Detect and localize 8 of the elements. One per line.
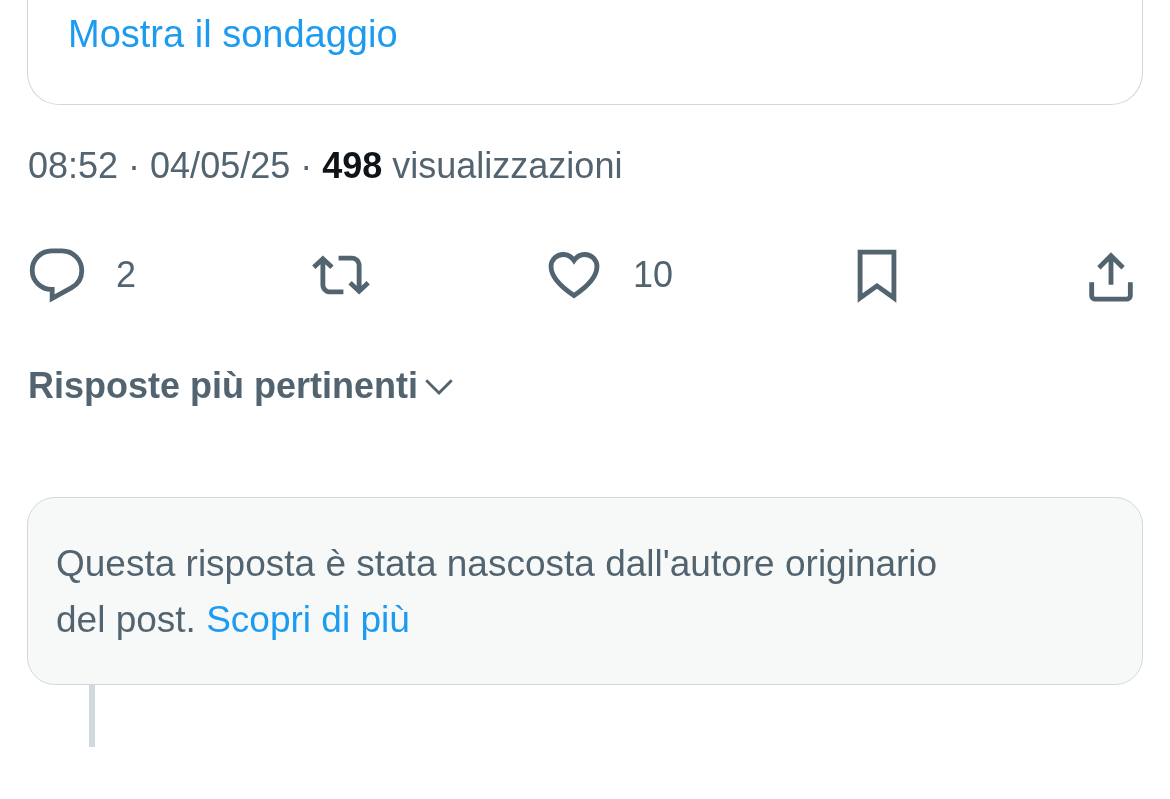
sort-label[interactable]: Risposte più pertinenti [28,365,419,407]
reply-icon[interactable] [28,246,86,304]
learn-more-link[interactable]: Scopri di più [206,599,410,640]
hidden-reply-text: Questa risposta è stata nascosta dall'autore originario del post. Scopri di più [56,542,939,642]
action-count: 2 [116,254,137,296]
show-poll-link[interactable]: Mostra il sondaggio [68,13,398,56]
post-meta: 08:52 · 04/05/25 · 498 visualizzazioni [27,144,624,188]
action-count: 10 [632,254,673,296]
